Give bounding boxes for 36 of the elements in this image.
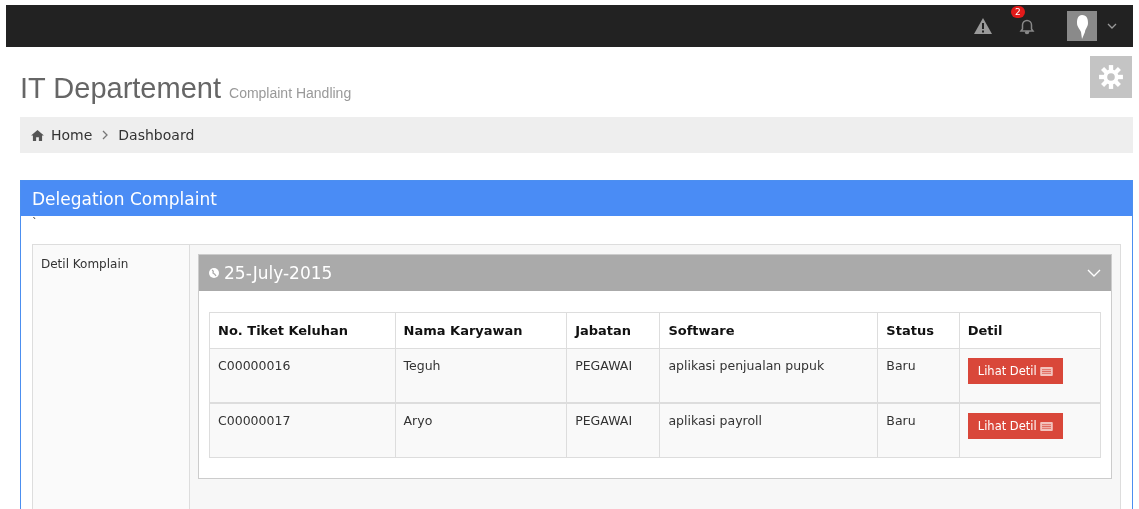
collapse-toggle[interactable] <box>1087 269 1101 277</box>
table-cell: C00000017 <box>209 403 396 458</box>
group-date: 25-July-2015 <box>224 263 334 283</box>
list-icon <box>1039 421 1053 431</box>
list-icon <box>1039 366 1053 376</box>
column-header: Status <box>877 312 960 349</box>
stray-mark: ` <box>32 216 38 229</box>
breadcrumb-link[interactable]: Dashboard <box>118 127 195 143</box>
detail-button[interactable]: Lihat Detil <box>967 358 1063 384</box>
caret-icon[interactable] <box>1107 23 1117 29</box>
table-cell: Teguh <box>395 348 567 403</box>
avatar-icon[interactable] <box>1067 11 1097 41</box>
table-cell: aplikasi penjualan pupuk <box>659 348 878 403</box>
field-label: Detil Komplain <box>41 257 129 271</box>
table-cell: Baru <box>877 348 960 403</box>
chevron-icon <box>102 130 109 140</box>
column-header: Jabatan <box>566 312 660 349</box>
warning-icon[interactable] <box>973 17 993 35</box>
column-header: Nama Karyawan <box>395 312 567 349</box>
table-cell: C00000016 <box>209 348 396 403</box>
table-cell: PEGAWAI <box>566 348 660 403</box>
page-title: IT Departement <box>20 72 221 104</box>
table-cell: Baru <box>877 403 960 458</box>
column-header: Detil <box>959 312 1101 349</box>
breadcrumb-link[interactable]: Home <box>51 127 93 143</box>
table-cell: PEGAWAI <box>566 403 660 458</box>
detail-button[interactable]: Lihat Detil <box>967 413 1063 439</box>
table-cell: aplikasi payroll <box>659 403 878 458</box>
home-icon <box>31 129 44 141</box>
column-header: No. Tiket Keluhan <box>209 312 396 349</box>
table-cell: Aryo <box>395 403 567 458</box>
page-subtitle: Complaint Handling <box>229 85 352 101</box>
panel-title: Delegation Complaint <box>32 188 217 209</box>
settings-icon <box>1098 64 1124 90</box>
notification-badge: 2 <box>1011 6 1025 18</box>
column-header: Software <box>659 312 878 349</box>
